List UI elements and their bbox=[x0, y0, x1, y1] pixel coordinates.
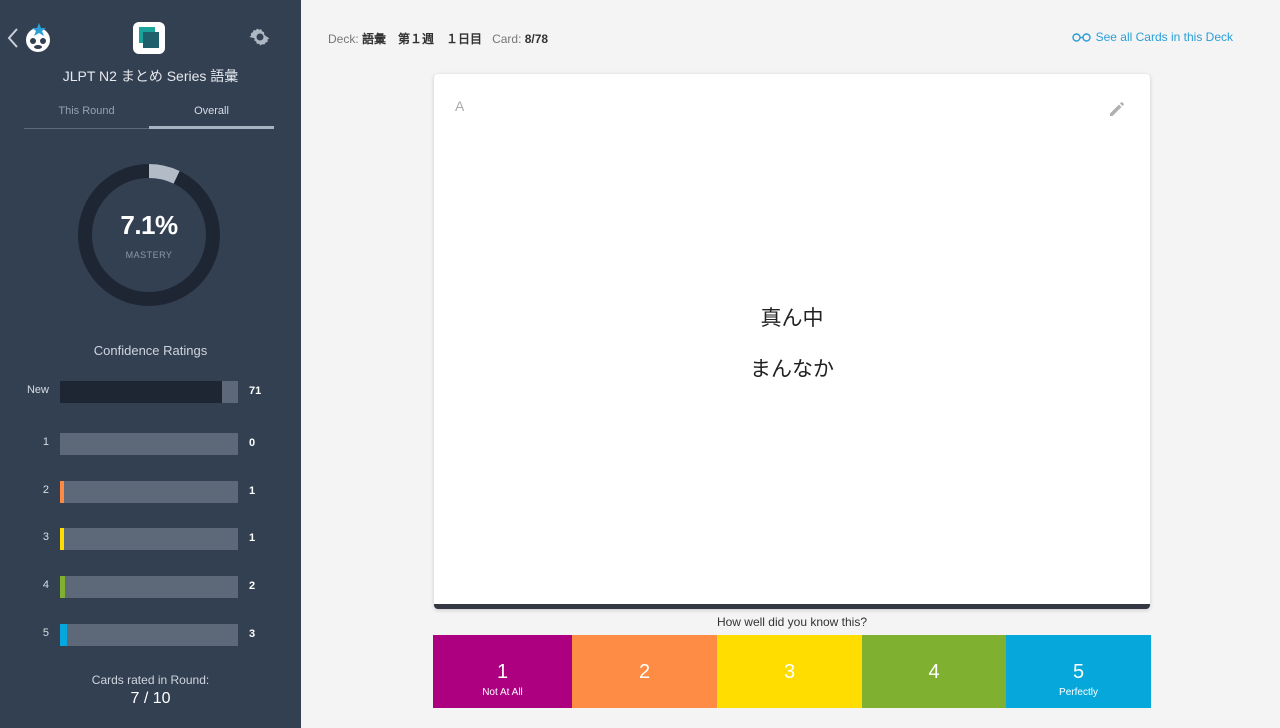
card-front-text: 真ん中 bbox=[760, 306, 824, 330]
rate-3-button[interactable]: 3 bbox=[717, 635, 862, 708]
rating-count: 0 bbox=[249, 437, 256, 449]
rating-row-3: 31 bbox=[0, 528, 301, 550]
rate-5-caption: Perfectly bbox=[1059, 687, 1098, 698]
brainscape-logo-icon[interactable] bbox=[22, 22, 54, 54]
rating-row-new: New 71 bbox=[0, 381, 301, 403]
chevron-left-icon[interactable] bbox=[6, 26, 20, 50]
rating-row-5: 53 bbox=[0, 624, 301, 646]
rate-2-button[interactable]: 2 bbox=[572, 635, 717, 708]
rating-bar-track bbox=[60, 576, 238, 598]
mastery-value: 7.1% bbox=[120, 210, 178, 240]
rating-bar-fill bbox=[60, 576, 65, 598]
deck-value: 語彙 第１週 １日目 bbox=[362, 32, 483, 46]
confidence-title: Confidence Ratings bbox=[93, 343, 208, 358]
rating-bar-fill bbox=[60, 528, 64, 550]
rating-bar-track bbox=[60, 528, 238, 550]
card-reading-text: まんなか bbox=[750, 357, 834, 381]
see-all-cards-link[interactable]: See all Cards in this Deck bbox=[1071, 30, 1233, 44]
rate-1-number: 1 bbox=[496, 661, 509, 683]
see-all-label: See all Cards in this Deck bbox=[1095, 30, 1233, 44]
deck-title: JLPT N2 まとめ Series 語彙 bbox=[62, 68, 239, 84]
tab-this-round[interactable]: This Round bbox=[24, 103, 149, 129]
round-tabs: This Round Overall bbox=[24, 103, 274, 129]
rating-count: 2 bbox=[249, 580, 256, 592]
card-counter: 8/78 bbox=[524, 32, 549, 46]
card-side-label: A bbox=[455, 98, 465, 114]
rating-bar-track bbox=[60, 381, 238, 403]
rating-row-1: 10 bbox=[0, 433, 301, 455]
card-label: Card: bbox=[492, 32, 522, 46]
rating-label: 2 bbox=[42, 484, 49, 496]
rating-label: New bbox=[26, 384, 49, 396]
rating-count: 1 bbox=[249, 532, 256, 544]
rate-4-number: 4 bbox=[928, 661, 940, 683]
rating-row-4: 42 bbox=[0, 576, 301, 598]
rating-count: 3 bbox=[249, 628, 256, 640]
round-value: 7 / 10 bbox=[130, 690, 171, 707]
rating-label: 1 bbox=[42, 436, 49, 448]
mastery-ring: 7.1% MASTERY bbox=[76, 162, 222, 308]
rating-bar-track bbox=[60, 481, 238, 503]
rate-4-button[interactable]: 4 bbox=[862, 635, 1006, 708]
confidence-question: How well did you know this? bbox=[716, 615, 868, 629]
sidebar: JLPT N2 まとめ Series 語彙 This Round Overall… bbox=[0, 0, 301, 728]
rating-count: 1 bbox=[249, 485, 256, 497]
rating-bar-track bbox=[60, 624, 238, 646]
rating-label: 3 bbox=[42, 531, 49, 543]
tab-overall[interactable]: Overall bbox=[149, 103, 274, 129]
flashcard[interactable]: A 真ん中 まんなか bbox=[434, 74, 1150, 609]
rate-1-button[interactable]: 1 Not At All bbox=[433, 635, 572, 708]
rating-label: 4 bbox=[42, 579, 49, 591]
rating-row-2: 21 bbox=[0, 481, 301, 503]
glasses-icon bbox=[1071, 32, 1091, 42]
gear-icon[interactable] bbox=[248, 25, 272, 49]
mastery-label: MASTERY bbox=[125, 250, 173, 260]
rating-buttons: 1 Not At All 2 3 4 5 Perfectly bbox=[433, 635, 1151, 708]
rating-bar-fill bbox=[60, 381, 222, 403]
rate-1-caption: Not At All bbox=[482, 687, 523, 698]
rating-bar-fill bbox=[60, 624, 67, 646]
rating-count: 71 bbox=[249, 385, 262, 397]
rate-3-number: 3 bbox=[783, 661, 796, 683]
rating-bar-fill bbox=[60, 481, 64, 503]
rate-5-number: 5 bbox=[1072, 661, 1085, 683]
round-label: Cards rated in Round: bbox=[91, 673, 210, 687]
deck-info: Deck: 語彙 第１週 １日目 Card: 8/78 bbox=[328, 30, 548, 47]
rating-label: 5 bbox=[42, 627, 49, 639]
rate-2-number: 2 bbox=[638, 661, 651, 683]
deck-label: Deck: bbox=[328, 32, 359, 46]
deck-cards-icon[interactable] bbox=[133, 22, 165, 54]
rate-5-button[interactable]: 5 Perfectly bbox=[1006, 635, 1151, 708]
rating-bar-track bbox=[60, 433, 238, 455]
pencil-icon[interactable] bbox=[1108, 100, 1126, 118]
